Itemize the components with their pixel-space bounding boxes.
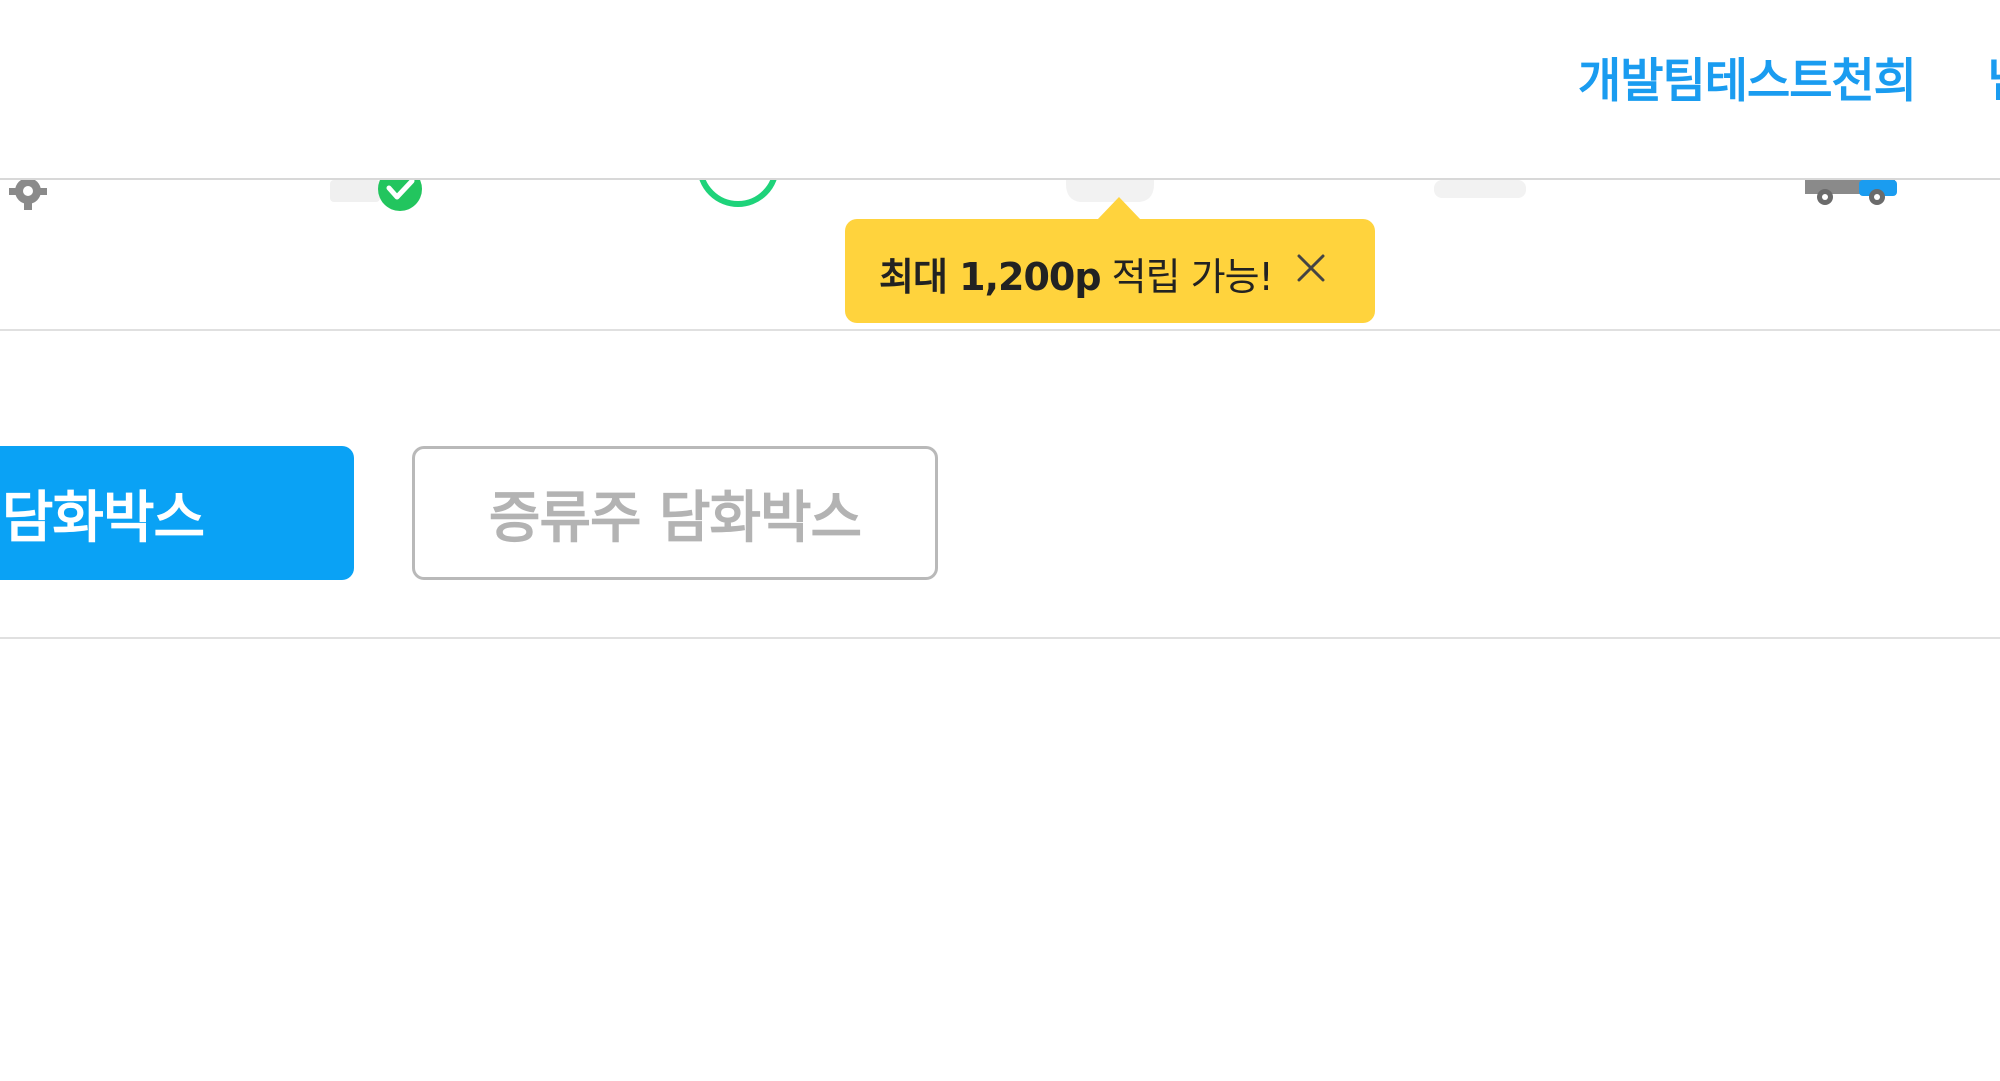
page: 개발팀테스트천희 님 <box>0 0 2000 1081</box>
tab-spirits-damhwa-box[interactable]: 증류주 담화박스 <box>412 446 938 580</box>
points-tooltip: 최대 1,200p 적립 가능! <box>845 219 1375 323</box>
circle-icon[interactable] <box>690 180 790 210</box>
tooltip-highlight: 최대 1,200p <box>879 255 1102 299</box>
tooltip-message: 적립 가능! <box>1100 255 1274 299</box>
tabs-divider <box>0 637 2000 639</box>
truck-icon[interactable] <box>1795 180 1905 210</box>
header: 개발팀테스트천희 님 <box>0 0 2000 178</box>
close-icon[interactable] <box>1293 250 1329 286</box>
section-divider <box>0 329 2000 331</box>
tab-damhwa-box[interactable]: 담화박스 <box>0 446 354 580</box>
tooltip-arrow <box>1097 197 1141 220</box>
header-divider <box>0 178 2000 180</box>
flat-icon[interactable] <box>1430 180 1530 202</box>
user-name-suffix: 님 <box>1987 42 2000 100</box>
truck-check-icon[interactable] <box>328 180 428 215</box>
user-name[interactable]: 개발팀테스트천희 <box>1578 42 1917 111</box>
gear-icon[interactable] <box>0 180 58 216</box>
tooltip-text: 최대 1,200p 적립 가능! <box>879 246 1274 301</box>
